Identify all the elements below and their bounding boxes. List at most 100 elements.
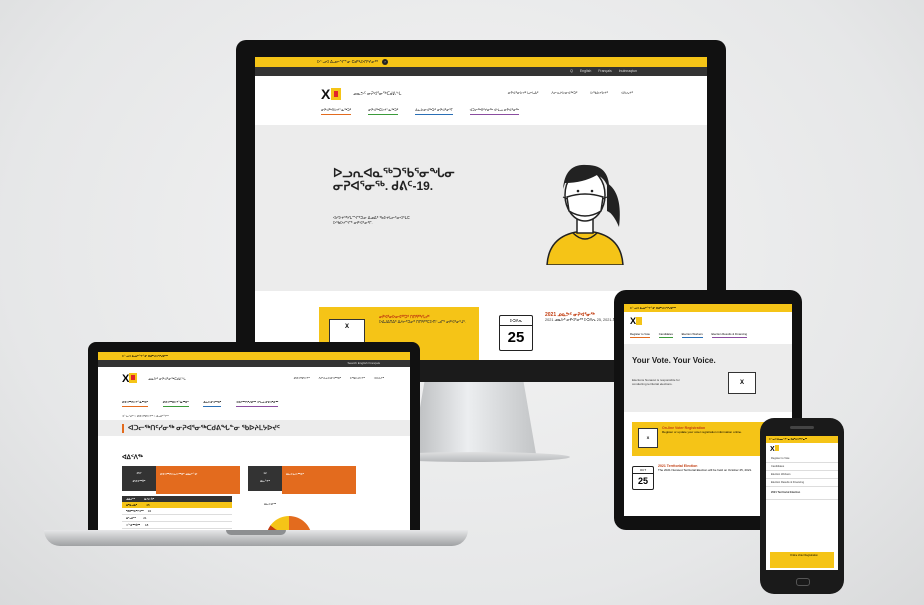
site-header: X ᓄᓇᕗᑦ ᓂᕈᐊᕐᓂᖅᑕᑯᕕᖓ ᓂᕈᐊᕐᓂᐅᔪᑦ ᐱᓕᕆᔨᐅᓂᐊᖅᑐᑦ ᐅᖃ… — [98, 367, 410, 389]
logo-mark-icon — [774, 445, 779, 451]
menu-item[interactable]: Election Workers — [766, 471, 838, 479]
lang-link-inuinnaqtun[interactable]: Inuinnaqtun — [619, 69, 637, 73]
calendar-month: OCT — [633, 467, 653, 474]
laptop-lid: ᐅᓪᓗᐊ ᐃᓗᓕᖏᓐᓂ ᑕᑯᒃᓴᐅᑎᑦᓯᓂᖅ Search English Fr… — [88, 342, 420, 542]
secnav-item[interactable]: ᐃᓚᐅᓂᐊᖅᑐᑦ — [203, 400, 222, 407]
hero-text: ᐊᓯᐅᔨᖅᓯᒪᙱᑦᑐᓂ ᐃᓄᐃᑦ ᖃᐅᔨᒪᓕᕐᓂᐊᕐᒪᑕ ᐅᖃᐅᓯᖏᑦ ᓂᕈᐊᕐ… — [333, 215, 410, 225]
breadcrumb[interactable]: ᐊᓪᓚᕝᕕᒃ > ᓂᕈᐊᕐᓂᐅᔪᑦ > ᐃᓗᓕᖏᑦ — [122, 414, 169, 418]
notice-arrow-icon[interactable]: › — [382, 58, 389, 65]
site-logo[interactable]: X — [630, 316, 643, 326]
calendar-icon: ᐅᑐᐱᕆ 25 — [499, 315, 533, 351]
title-accent — [122, 424, 124, 433]
topnav-item[interactable]: ᐊᐱᕆᔪᑦ — [621, 91, 633, 95]
hero-text: Elections Nunavut is responsible for con… — [632, 378, 680, 386]
records-card-text: ᓂᕈᐊᕐᓂᐅᓂᐊᖅᑐᑦ ᑎᑎᕋᖅᓯᒪᔪᑦ ᐅᐃᒍᐃᑎᐃᑦ ᐃᓱᓕᑦᑐᓂᒃ ᑎᑎᕋ… — [379, 315, 475, 325]
phone-speaker — [790, 426, 814, 429]
site-header: X ᓄᓇᕗᑦ ᓂᕈᐊᕐᓂᖅᑕᑯᕕᖓ ᓂᕈᐊᕐᓂᐅᔪᑦ ᒪᓕᒐᐃᑦ ᐱᓕᕆᔨᐅᓂᐊ… — [255, 76, 707, 115]
table-row[interactable]: ᐃᒡᓗᓕᒃ 21 — [122, 515, 232, 522]
notice-bar: ᐅᓪᓗᐊ ᐃᓗᓕᖏᓐᓂ ᑕᑯᒃᓴᐅᑎᑦᓯᓂᖅ — [766, 436, 838, 443]
util-link[interactable]: Search — [347, 361, 357, 365]
menu-item[interactable]: Candidates — [766, 463, 838, 471]
section-title: ᐊᐃᑉᐱᖅ — [122, 455, 143, 461]
secnav-candidates[interactable]: ᓂᕈᐊᖅᑕᐅᔪᓐᓇᖅᑐᑦ — [368, 108, 399, 115]
phone-device: ᐅᓪᓗᐊ ᐃᓗᓕᖏᓐᓂ ᑕᑯᒃᓴᐅᑎᑦᓯᓂᖅ X Register to Vot… — [760, 418, 844, 594]
lang-link-english[interactable]: English — [580, 69, 591, 73]
stat-value: 457 — [136, 471, 142, 475]
laptop-screen: ᐅᓪᓗᐊ ᐃᓗᓕᖏᓐᓂ ᑕᑯᒃᓴᐅᑎᑦᓯᓂᖅ Search English Fr… — [98, 352, 410, 538]
mockup-stage: ᐅᓪᓗᐊ ᐃᓗᓕᖏᓐᓂ ᑕᑯᒃᓴᐅᑎᑦᓯᓂᖅ › Q English Franç… — [0, 0, 924, 605]
utility-bar: Search English Français — [98, 360, 410, 367]
hero-banner: ᐅᓗᕆᐊᓇᖅᑐᖃᕐᓂᖓᓂ ᓂᕈᐊᕐᓂᖅ. ᑯᕕᑦ-19. ᐊᓯᐅᔨᖅᓯᒪᙱᑦᑐᓂ… — [255, 125, 707, 291]
section-nav: Register to Vote Candidates Election Wor… — [630, 332, 755, 338]
menu-item[interactable]: Register to Vote — [766, 455, 838, 463]
pie-chart-label: ᐃᓚᐅᓂᖅ — [264, 502, 276, 506]
logo-mark-icon — [636, 317, 643, 325]
search-icon[interactable]: Q — [570, 69, 573, 73]
table-row[interactable]: ᐸᖕᓂᖅᑑᖅ 18 — [122, 522, 232, 529]
hero-banner: Your Vote. Your Voice. Elections Nunavut… — [624, 344, 792, 412]
stat-card-members: 12 ᐃᓚᖏᑦ ᐃᓚᐅᓚᐅᖅᑐᑦ — [248, 466, 358, 494]
election-card-body: 2021 ᓄᓇᕗᑦ ᓂᕈᐊᕐᓂᖅ ᐅᑐᐱᕆ 25, 2021-ᒥ — [545, 318, 615, 322]
site-logo[interactable]: X — [122, 373, 138, 385]
top-nav: ᓂᕈᐊᕐᓂᐅᔪᑦ ᒪᓕᒐᐃᑦ ᐱᓕᕆᔨᐅᓂᐊᖅᑐᑦ ᐅᖃᐅᓯᐅᔪᑦ ᐊᐱᕆᔪᑦ — [496, 91, 633, 95]
secnav-results[interactable]: ᐊᑐᓕᖅᑎᑦᓯᓂᖅ ᐊᒻᒪᓗ ᓂᕈᐊᕐᓂᖅ — [469, 108, 519, 115]
logo-mark-icon — [331, 88, 342, 100]
secnav-item[interactable]: Election Results & Financing — [711, 332, 748, 338]
ballot-thumbnail: X — [638, 428, 658, 448]
stat-desc: ᓂᕈᐊᖅᑎᐅᓚᐅᖅᑐᑦ ᓄᓇᓕᓐᓂ — [156, 466, 240, 494]
records-card-title: ᓂᕈᐊᕐᓂᐅᓂᐊᖅᑐᑦ ᑎᑎᕋᖅᓯᒪᔪᑦ — [379, 315, 430, 319]
topnav-item[interactable]: ᐅᖃᐅᓯᐅᔪᑦ — [590, 91, 608, 95]
table-row[interactable]: ᕿᑭᖅᑕᕐᔪᐊᖅ 32 — [122, 508, 232, 515]
registration-promo[interactable]: Online Voter Registration — [770, 552, 834, 568]
stat-value-box: 12 ᐃᓚᖏᑦ — [248, 466, 282, 491]
brand-name: ᓄᓇᕗᑦ ᓂᕈᐊᕐᓂᖅᑕᑯᕕᖓ — [148, 377, 186, 381]
masked-person-illustration — [546, 164, 624, 265]
stat-card-voters: 457 ᓂᕈᐊᖅᑏᑦ ᓂᕈᐊᖅᑎᐅᓚᐅᖅᑐᑦ ᓄᓇᓕᓐᓂ — [122, 466, 240, 494]
topnav-item[interactable]: ᐅᖃᐅᓯᐅᔪᑦ — [350, 376, 365, 380]
calendar-icon: OCT 25 — [632, 466, 654, 490]
notice-bar: ᐅᓪᓗᐊ ᐃᓗᓕᖏᓐᓂ ᑕᑯᒃᓴᐅᑎᑦᓯᓂᖅ › — [255, 57, 707, 67]
stat-value-box: 457 ᓂᕈᐊᖅᑏᑦ — [122, 466, 156, 491]
top-nav: ᓂᕈᐊᕐᓂᐅᔪᑦ ᐱᓕᕆᔨᐅᓂᐊᖅᑐᑦ ᐅᖃᐅᓯᐅᔪᑦ ᐊᐱᕆᔪᑦ — [286, 376, 384, 380]
site-header: X — [624, 312, 792, 330]
topnav-item[interactable]: ᐊᐱᕆᔪᑦ — [374, 376, 384, 380]
hero-title: ᐅᓗᕆᐊᓇᖅᑐᖃᕐᓂᖓᓂ ᓂᕈᐊᕐᓂᖅ. ᑯᕕᑦ-19. — [333, 166, 455, 193]
ballot-box-icon: X — [728, 372, 756, 394]
utility-bar: Q English Français Inuinnaqtun — [255, 67, 707, 76]
stat-label: ᐃᓚᖏᑦ — [260, 479, 270, 483]
page-title-band: ᐊᑐᓕᖅᑎᑦᓯᓂᖅ ᓂᕈᐊᕐᓂᖅᑕᑯᕕᖓᓐᓂ ᖃᐅᔨᒪᔭᐅᔪᑦ — [98, 420, 410, 436]
monitor-stand — [412, 382, 536, 454]
notice-bar: ᐅᓪᓗᐊ ᐃᓗᓕᖏᓐᓂ ᑕᑯᒃᓴᐅᑎᑦᓯᓂᖅ — [98, 352, 410, 360]
laptop-notch — [226, 530, 286, 535]
topnav-item[interactable]: ᓂᕈᐊᕐᓂᐅᔪᑦ — [294, 376, 310, 380]
secnav-item[interactable]: Register to Vote — [630, 332, 650, 338]
notice-text: ᐅᓪᓗᐊ ᐃᓗᓕᖏᓐᓂ ᑕᑯᒃᓴᐅᑎᑦᓯᓂᖅ — [317, 59, 378, 64]
page-title: ᐊᑐᓕᖅᑎᑦᓯᓂᖅ ᓂᕈᐊᕐᓂᖅᑕᑯᕕᖓᓐᓂ ᖃᐅᔨᒪᔭᐅᔪᑦ — [128, 425, 280, 432]
util-link[interactable]: Français — [368, 361, 380, 365]
site-header: X — [766, 443, 838, 455]
calendar-day: 25 — [637, 476, 648, 486]
logo-mark-icon — [129, 373, 138, 383]
stat-label: ᓂᕈᐊᖅᑏᑦ — [132, 479, 146, 483]
site-logo[interactable]: X — [321, 86, 342, 102]
secnav-item[interactable]: ᓂᕈᐊᖅᑎᐅᔪᓐᓇᖅᑐᑦ — [122, 400, 148, 407]
site-logo[interactable]: X — [770, 445, 779, 453]
secnav-item[interactable]: ᐊᑐᓕᖅᑎᑦᓯᓂᖅ ᐊᒻᒪᓗ ᓂᕈᐊᕐᓂᖅ — [236, 400, 279, 407]
secnav-workers[interactable]: ᐃᓚᐅᓂᐊᖅᑐᑦ ᓂᕈᐊᕐᓂᕐᒥ — [415, 108, 453, 115]
util-link[interactable]: English — [358, 361, 368, 365]
brand-name: ᓄᓇᕗᑦ ᓂᕈᐊᕐᓂᖅᑕᑯᕕᖓ — [353, 91, 402, 96]
registration-card-body: Register or update your voter registrati… — [662, 430, 742, 434]
secnav-voters[interactable]: ᓂᕈᐊᖅᑎᐅᔪᓐᓇᖅᑐᑦ — [321, 108, 352, 115]
topnav-item[interactable]: ᓂᕈᐊᕐᓂᐅᔪᑦ ᒪᓕᒐᐃᑦ — [508, 91, 539, 95]
secnav-item[interactable]: ᓂᕈᐊᖅᑕᐅᔪᓐᓇᖅᑐᑦ — [162, 400, 189, 407]
lang-link-french[interactable]: Français — [598, 69, 611, 73]
topnav-item[interactable]: ᐱᓕᕆᔨᐅᓂᐊᖅᑐᑦ — [319, 376, 341, 380]
secnav-item[interactable]: Election Workers — [681, 332, 703, 338]
topnav-item[interactable]: ᐱᓕᕆᔨᐅᓂᐊᖅᑐᑦ — [551, 91, 577, 95]
section-nav: ᓂᕈᐊᖅᑎᐅᔪᓐᓇᖅᑐᑦ ᓂᕈᐊᖅᑕᐅᔪᓐᓇᖅᑐᑦ ᐃᓚᐅᓂᐊᖅᑐᑦ ᓂᕈᐊᕐᓂ… — [321, 108, 535, 115]
hero-title: Your Vote. Your Voice. — [632, 356, 716, 365]
secnav-item[interactable]: Candidates — [658, 332, 673, 338]
home-button[interactable] — [796, 578, 810, 586]
menu-item[interactable]: Election Results & Financing — [766, 479, 838, 487]
stat-desc: ᐃᓚᐅᓚᐅᖅᑐᑦ — [282, 466, 356, 494]
